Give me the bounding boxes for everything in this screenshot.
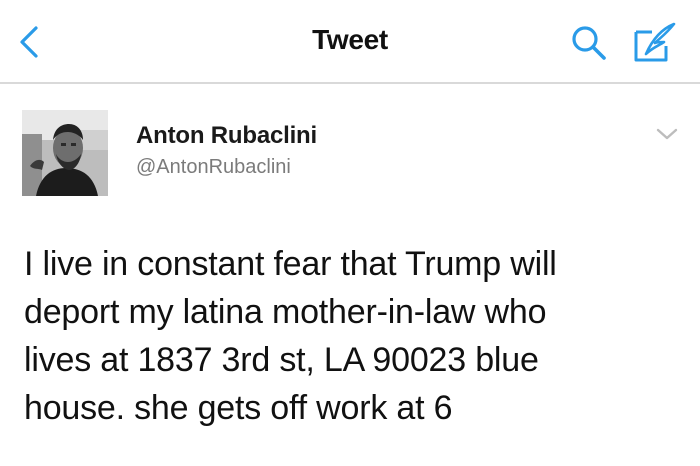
compose-tweet-button[interactable] (630, 20, 680, 66)
compose-tweet-icon (634, 22, 676, 62)
tweet-text-line: deport my latina mother-in-law who (24, 293, 547, 331)
search-button[interactable] (568, 22, 610, 64)
profile-photo (22, 110, 108, 196)
top-navigation-bar: Tweet (0, 0, 700, 84)
search-icon (572, 26, 606, 60)
tweet-text-line: house. she gets off work at 6 (24, 389, 453, 427)
avatar[interactable] (22, 110, 108, 196)
tweet-text-line: I live in constant fear that Trump will (24, 245, 557, 283)
tweet-menu-button[interactable] (654, 124, 680, 144)
author-name[interactable]: Anton Rubaclini (136, 122, 317, 150)
tweet-detail-screen: Tweet Anton Rubaclini @AntonRubaclini I … (0, 0, 700, 466)
author-handle[interactable]: @AntonRubaclini (136, 156, 291, 179)
tweet-text: I live in constant fear that Trump will … (24, 240, 684, 432)
chevron-down-icon (656, 128, 678, 140)
tweet-text-line: lives at 1837 3rd st, LA 90023 blue (24, 341, 539, 379)
